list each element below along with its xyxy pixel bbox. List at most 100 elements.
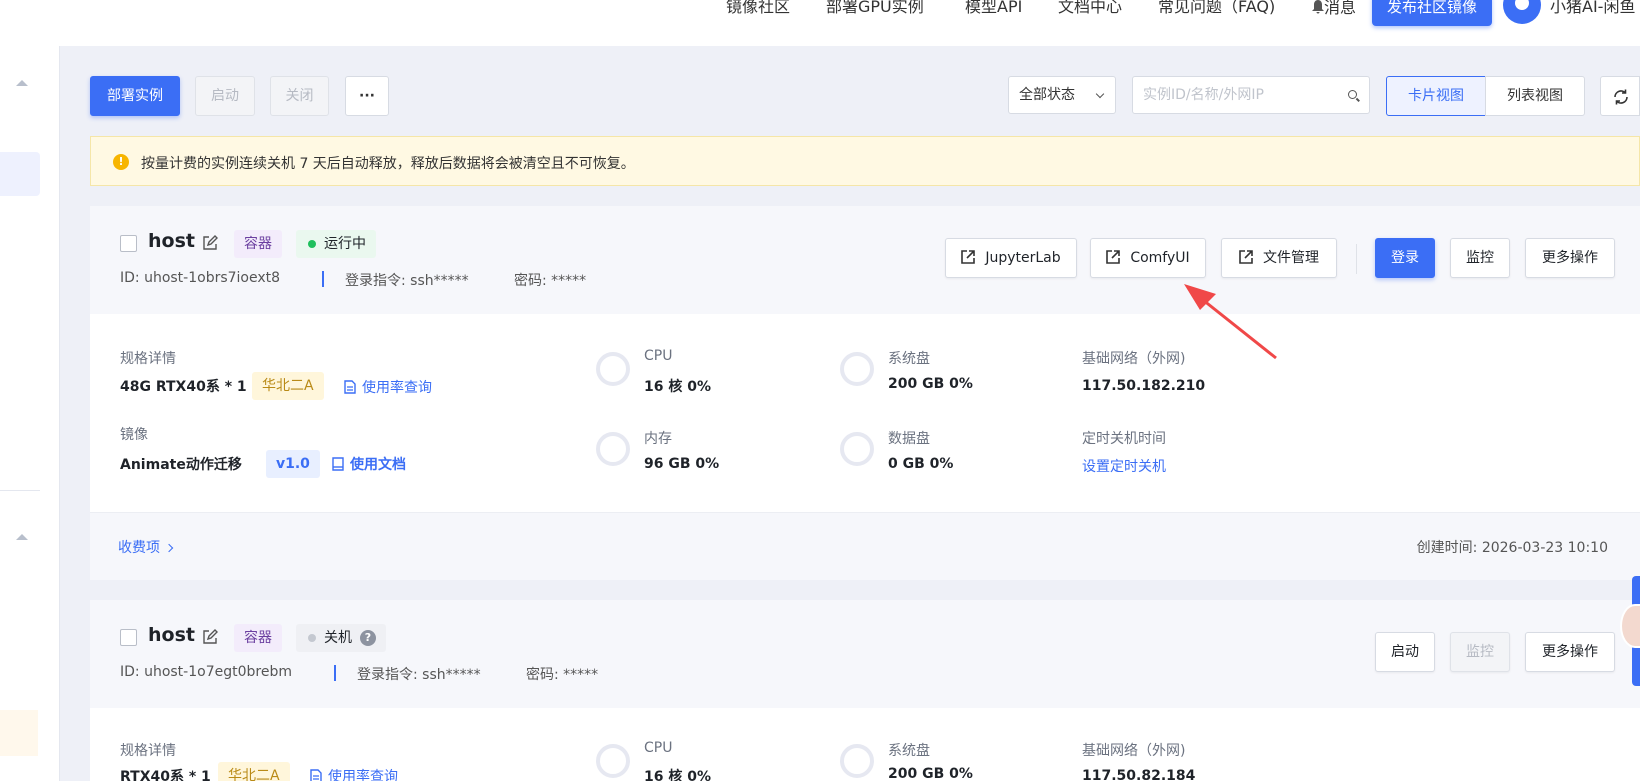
start-button[interactable]: 启动 bbox=[195, 76, 255, 116]
document-icon bbox=[344, 380, 356, 394]
data-disk-ring bbox=[840, 432, 874, 466]
status-text-2: 关机 bbox=[324, 630, 352, 646]
system-disk-ring-2 bbox=[840, 744, 874, 778]
help-icon[interactable]: ? bbox=[360, 630, 376, 646]
status-filter-select[interactable]: 全部状态 bbox=[1008, 76, 1116, 114]
nav-messages[interactable]: 消息 bbox=[1312, 0, 1356, 16]
instance-checkbox-2[interactable] bbox=[120, 629, 137, 646]
nav-faq[interactable]: 常见问题（FAQ) bbox=[1158, 0, 1275, 15]
instance-name-2: host bbox=[148, 624, 195, 646]
more-operations-button-2[interactable]: 更多操作 bbox=[1525, 632, 1615, 672]
cpu-value: 16 核 0% bbox=[644, 379, 711, 395]
file-manager-button[interactable]: 文件管理 bbox=[1221, 238, 1337, 278]
region-badge-2: 华北二A bbox=[218, 762, 290, 781]
login-command[interactable]: 登录指令: ssh***** bbox=[345, 270, 469, 290]
file-manager-label: 文件管理 bbox=[1263, 250, 1319, 266]
type-badge-2: 容器 bbox=[234, 624, 282, 652]
shutdown-timer-label: 定时关机时间 bbox=[1082, 431, 1166, 447]
search-icon[interactable] bbox=[1348, 90, 1357, 99]
monitor-button-2[interactable]: 监控 bbox=[1450, 632, 1510, 672]
status-badge-2: 关机? bbox=[296, 624, 386, 652]
network-label-2: 基础网络（外网) bbox=[1082, 743, 1186, 759]
instance-card-header-2: host 容器 关机? ID: uhost-1o7egt0brebm 登录指令:… bbox=[90, 600, 1640, 708]
type-badge: 容器 bbox=[234, 230, 282, 258]
monitor-button[interactable]: 监控 bbox=[1450, 238, 1510, 278]
system-disk-label-2: 系统盘 bbox=[888, 743, 930, 759]
usage-query-label: 使用率查询 bbox=[362, 380, 432, 396]
user-avatar[interactable] bbox=[1503, 0, 1541, 24]
annotation-arrow-icon bbox=[1184, 284, 1277, 360]
user-name[interactable]: 小猪AI-闲鱼 bbox=[1550, 0, 1635, 15]
cpu-label-2: CPU bbox=[644, 740, 673, 756]
status-badge: 运行中 bbox=[296, 230, 376, 258]
more-actions-button[interactable]: ··· bbox=[345, 76, 389, 116]
actions-divider bbox=[1356, 244, 1357, 274]
fees-link-label: 收费项 bbox=[118, 540, 160, 556]
cpu-usage-ring bbox=[596, 352, 630, 386]
docs-link[interactable]: 使用文档 bbox=[332, 454, 406, 474]
system-disk-label: 系统盘 bbox=[888, 351, 930, 367]
instance-card-footer: 收费项 创建时间: 2026-03-23 10:10 bbox=[90, 512, 1640, 580]
search-input[interactable] bbox=[1133, 77, 1333, 113]
deploy-instance-button[interactable]: 部署实例 bbox=[90, 76, 180, 116]
cpu-usage-ring-2 bbox=[596, 744, 630, 778]
nav-image-community[interactable]: 镜像社区 bbox=[726, 0, 790, 15]
network-ip-2[interactable]: 117.50.82.184 bbox=[1082, 768, 1195, 781]
system-disk-value-2: 200 GB 0% bbox=[888, 766, 973, 781]
nav-deploy-gpu[interactable]: 部署GPU实例 bbox=[826, 0, 924, 15]
sidebar-divider bbox=[0, 490, 40, 491]
usage-query-link[interactable]: 使用率查询 bbox=[344, 377, 432, 397]
usage-query-link-2[interactable]: 使用率查询 bbox=[310, 766, 398, 781]
instance-card-header: host 容器 运行中 ID: uhost-1obrs7ioext8 登录指令:… bbox=[90, 206, 1640, 314]
sidebar-active-item[interactable] bbox=[0, 152, 40, 196]
jupyterlab-button[interactable]: JupyterLab bbox=[945, 238, 1077, 278]
network-ip[interactable]: 117.50.182.210 bbox=[1082, 378, 1205, 394]
more-operations-button[interactable]: 更多操作 bbox=[1525, 238, 1615, 278]
password[interactable]: 密码: ***** bbox=[514, 270, 586, 290]
comfyui-button[interactable]: ComfyUI bbox=[1090, 238, 1206, 278]
list-view-toggle[interactable]: 列表视图 bbox=[1485, 76, 1585, 116]
cpu-value-2: 16 核 0% bbox=[644, 769, 711, 781]
network-label: 基础网络（外网) bbox=[1082, 351, 1186, 367]
memory-value: 96 GB 0% bbox=[644, 456, 720, 472]
status-filter-value: 全部状态 bbox=[1019, 87, 1075, 103]
document-icon bbox=[310, 769, 322, 781]
login-command-2[interactable]: 登录指令: ssh***** bbox=[357, 664, 481, 684]
stop-button[interactable]: 关闭 bbox=[270, 76, 329, 116]
search-box[interactable] bbox=[1132, 76, 1370, 114]
memory-usage-ring bbox=[596, 432, 630, 466]
data-disk-label: 数据盘 bbox=[888, 431, 930, 447]
login-button[interactable]: 登录 bbox=[1375, 238, 1435, 278]
bell-icon bbox=[1312, 0, 1324, 14]
password-2[interactable]: 密码: ***** bbox=[526, 664, 598, 684]
refresh-icon bbox=[1614, 89, 1628, 105]
external-link-icon bbox=[1106, 249, 1121, 264]
edit-icon[interactable] bbox=[202, 235, 218, 251]
image-value: Animate动作迁移 bbox=[120, 457, 242, 473]
card-view-toggle[interactable]: 卡片视图 bbox=[1386, 76, 1486, 116]
instance-checkbox[interactable] bbox=[120, 235, 137, 252]
assistant-avatar[interactable] bbox=[1620, 604, 1640, 648]
publish-image-button[interactable]: 发布社区镜像 bbox=[1372, 0, 1492, 26]
chevron-right-icon bbox=[164, 543, 174, 553]
edit-icon[interactable] bbox=[202, 629, 218, 645]
nav-docs[interactable]: 文档中心 bbox=[1058, 0, 1122, 15]
jupyterlab-label: JupyterLab bbox=[985, 250, 1061, 266]
nav-model-api[interactable]: 模型API bbox=[965, 0, 1022, 15]
collapse-caret-icon[interactable] bbox=[16, 80, 28, 86]
assistant-floater[interactable] bbox=[1620, 576, 1640, 696]
spec-label: 规格详情 bbox=[120, 351, 176, 367]
docs-link-label: 使用文档 bbox=[350, 457, 406, 473]
sidebar-highlight-item[interactable] bbox=[0, 710, 38, 756]
refresh-button[interactable] bbox=[1600, 76, 1640, 116]
fees-link[interactable]: 收费项 bbox=[118, 537, 174, 557]
collapse-caret-icon-2[interactable] bbox=[16, 534, 28, 540]
instance-id-2: ID: uhost-1o7egt0brebm bbox=[120, 664, 292, 680]
meta-separator bbox=[322, 271, 324, 287]
data-disk-value: 0 GB 0% bbox=[888, 456, 954, 472]
book-icon bbox=[332, 457, 344, 471]
notice-text: 按量计费的实例连续关机 7 天后自动释放，释放后数据将会被清空且不可恢复。 bbox=[141, 156, 635, 172]
set-shutdown-timer-link[interactable]: 设置定时关机 bbox=[1082, 456, 1166, 476]
instance-id: ID: uhost-1obrs7ioext8 bbox=[120, 270, 281, 286]
start-instance-button[interactable]: 启动 bbox=[1375, 632, 1435, 672]
